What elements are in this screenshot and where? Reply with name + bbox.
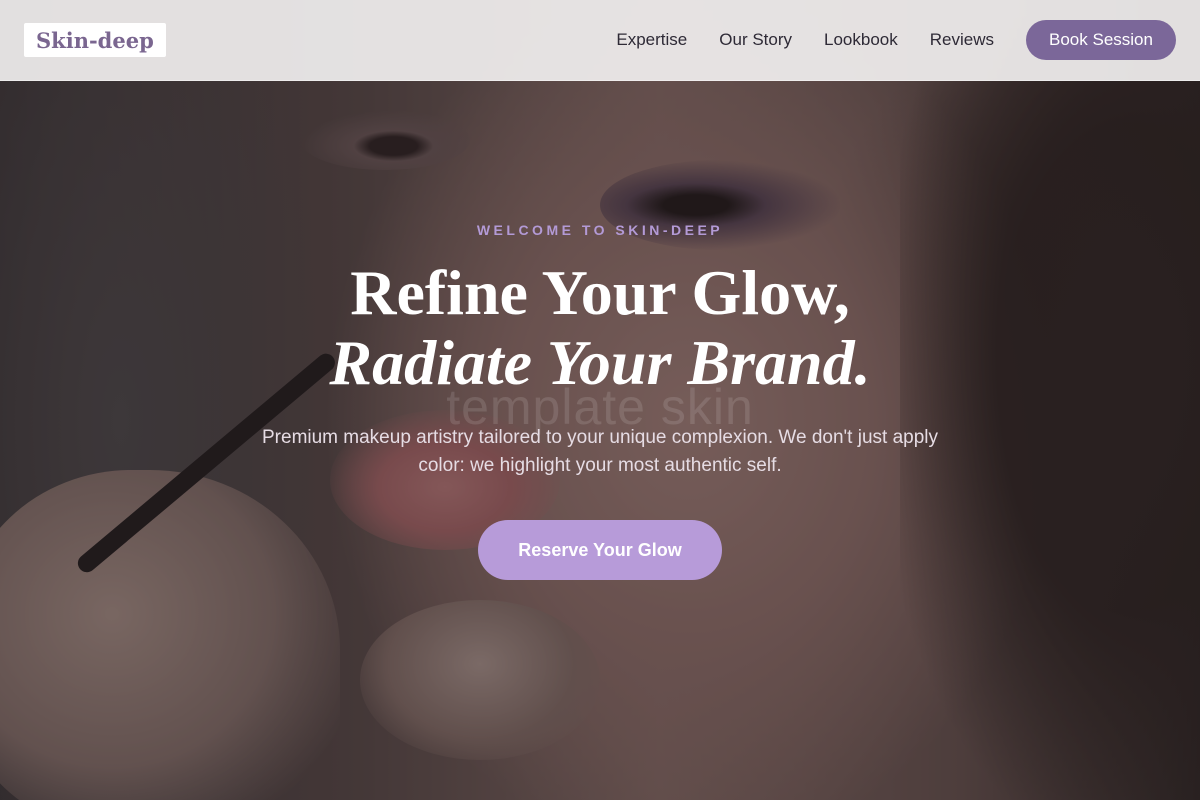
nav-link-our-story[interactable]: Our Story <box>719 30 792 50</box>
hero-subtext: Premium makeup artistry tailored to your… <box>262 427 938 476</box>
reserve-glow-button[interactable]: Reserve Your Glow <box>478 520 722 580</box>
hero-eyebrow: WELCOME TO SKIN-DEEP <box>476 222 724 238</box>
headline-line-2: Radiate Your Brand. <box>329 327 871 398</box>
top-navigation: Skin-deep Expertise Our Story Lookbook R… <box>0 0 1200 81</box>
hero-headline: Refine Your Glow, Radiate Your Brand. <box>0 258 1200 398</box>
nav-link-expertise[interactable]: Expertise <box>616 30 687 50</box>
headline-line-1: Refine Your Glow, <box>350 257 850 328</box>
nav-link-lookbook[interactable]: Lookbook <box>824 30 898 50</box>
nav-links: Expertise Our Story Lookbook Reviews <box>616 0 994 80</box>
book-session-button[interactable]: Book Session <box>1026 20 1176 60</box>
site-logo[interactable]: Skin-deep <box>24 23 166 57</box>
nav-link-reviews[interactable]: Reviews <box>930 30 994 50</box>
